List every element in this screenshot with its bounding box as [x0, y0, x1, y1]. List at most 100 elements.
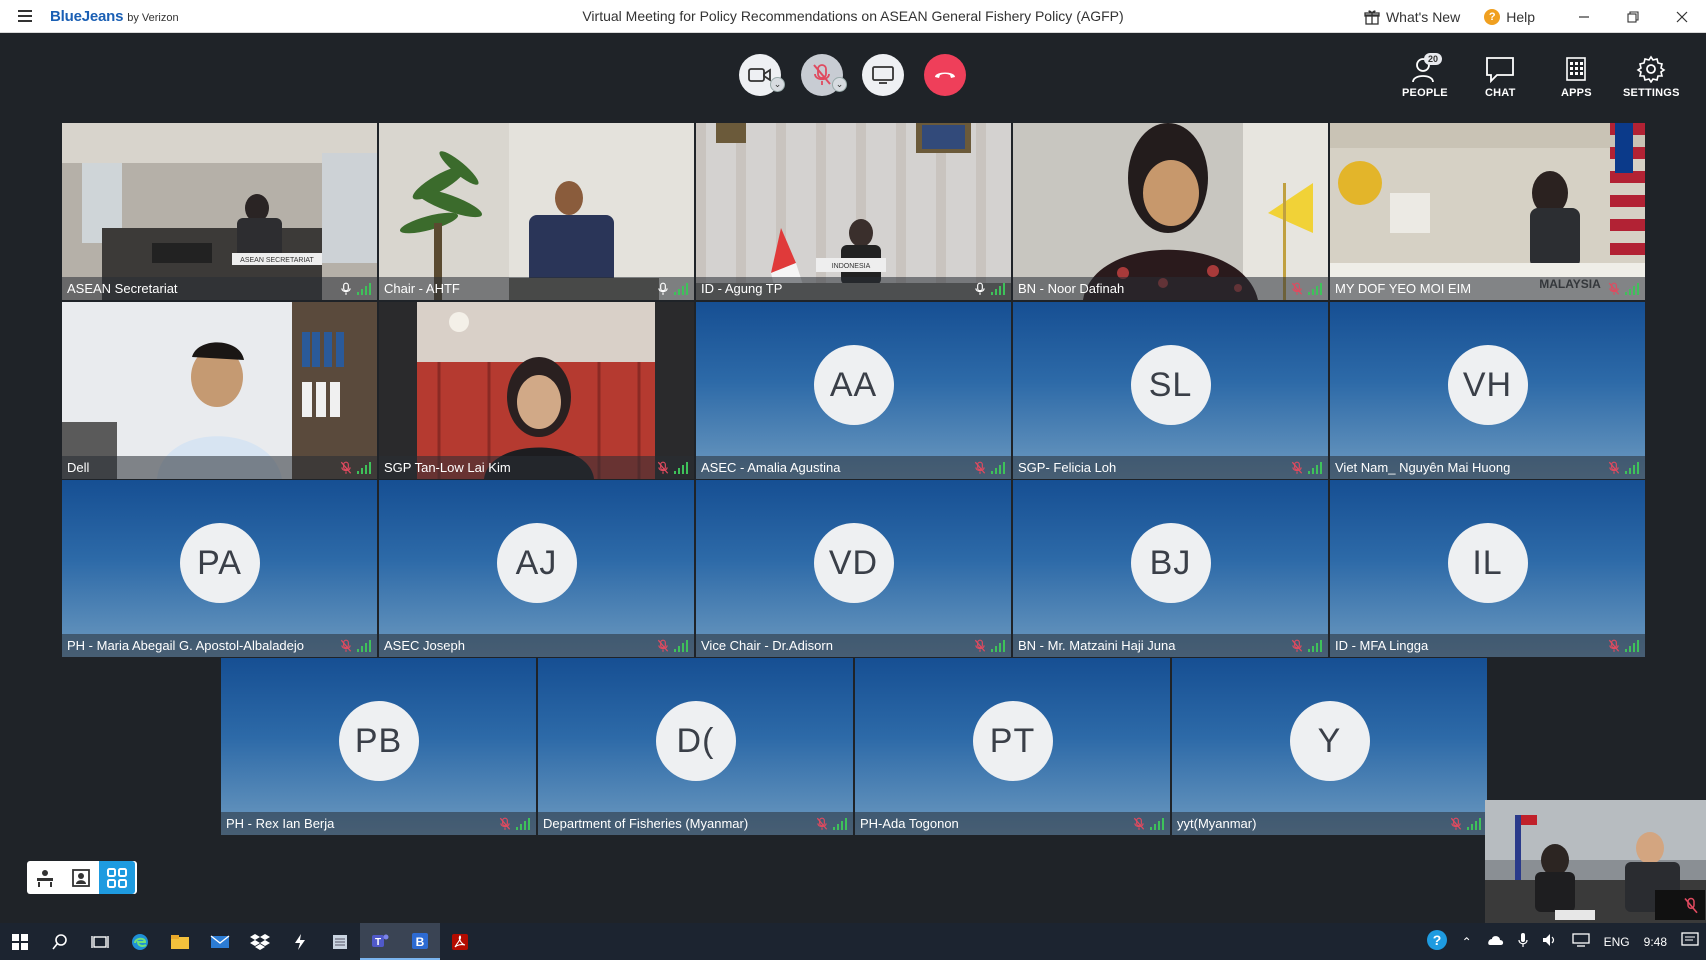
lightning-app-icon[interactable]	[280, 923, 320, 960]
signal-strength-icon	[1308, 282, 1322, 295]
participant-tile[interactable]: PT PH-Ada Togonon	[855, 658, 1170, 835]
participant-tile[interactable]: D(Department of Fisheries (Myanmar)	[538, 658, 853, 835]
muted-microphone-icon	[1684, 897, 1698, 914]
volume-icon[interactable]	[1542, 933, 1558, 950]
self-view-video[interactable]	[1485, 800, 1706, 923]
windows-start-icon[interactable]	[0, 923, 40, 960]
participant-tile[interactable]: BN - Noor Dafinah	[1013, 123, 1328, 300]
participant-tile[interactable]: AA ASEC - Amalia Agustina	[696, 302, 1011, 479]
participant-name: Vice Chair - Dr.Adisorn	[701, 638, 833, 653]
participant-name: Viet Nam_ Nguyên Mai Huong	[1335, 460, 1511, 475]
participant-tile[interactable]: MALAYSIAMY DOF YEO MOI EIM	[1330, 123, 1645, 300]
chevron-up-icon[interactable]: ⌃	[1462, 935, 1472, 949]
participant-tile[interactable]: BJ BN - Mr. Matzaini Haji Juna	[1013, 480, 1328, 657]
participant-tile[interactable]: IL ID - MFA Lingga	[1330, 480, 1645, 657]
muted-microphone-icon	[1608, 461, 1620, 474]
participant-video: INDONESIA	[696, 123, 1011, 300]
settings-label: SETTINGS	[1623, 87, 1680, 99]
search-icon[interactable]	[40, 923, 80, 960]
participant-name-bar: BN - Noor Dafinah	[1013, 277, 1328, 300]
file-explorer-icon[interactable]	[160, 923, 200, 960]
video-toggle-button[interactable]: ⌄	[739, 54, 785, 96]
help-circle-icon[interactable]: ?	[1426, 929, 1448, 954]
settings-button[interactable]: SETTINGS	[1623, 55, 1680, 99]
language-indicator[interactable]: ENG	[1604, 935, 1630, 949]
chevron-down-icon[interactable]: ⌄	[770, 77, 785, 92]
clock[interactable]: 9:48	[1644, 935, 1667, 949]
minimize-button[interactable]	[1559, 0, 1608, 33]
notepad-icon[interactable]	[320, 923, 360, 960]
participant-tile[interactable]: SGP Tan-Low Lai Kim	[379, 302, 694, 479]
signal-strength-icon	[357, 282, 371, 295]
edge-browser-icon[interactable]	[120, 923, 160, 960]
participant-name-bar: SGP Tan-Low Lai Kim	[379, 456, 694, 479]
leave-meeting-button[interactable]	[924, 54, 966, 96]
video-camera-icon	[748, 68, 771, 82]
whats-new-button[interactable]: What's New	[1364, 9, 1460, 25]
participant-name-bar: ASEC Joseph	[379, 634, 694, 657]
participant-tile[interactable]: SL SGP- Felicia Loh	[1013, 302, 1328, 479]
participant-tile[interactable]: PB PH - Rex Ian Berja	[221, 658, 536, 835]
svg-text:INDONESIA: INDONESIA	[832, 263, 871, 270]
people-count-badge: 20	[1424, 53, 1443, 65]
signal-strength-icon	[674, 461, 688, 474]
participant-tile[interactable]: Yyyt(Myanmar)	[1172, 658, 1487, 835]
muted-microphone-icon	[974, 461, 986, 474]
muted-microphone-icon	[1608, 282, 1620, 295]
participant-name: BN - Mr. Matzaini Haji Juna	[1018, 638, 1176, 653]
task-view-icon[interactable]	[80, 923, 120, 960]
participant-name-bar: Department of Fisheries (Myanmar)	[538, 812, 853, 835]
teams-icon[interactable]: T	[360, 923, 400, 960]
close-button[interactable]	[1657, 0, 1706, 33]
muted-microphone-icon	[340, 461, 352, 474]
cloud-icon[interactable]	[1486, 934, 1504, 949]
people-label: PEOPLE	[1402, 87, 1448, 99]
participant-tile[interactable]: VH Viet Nam_ Nguyên Mai Huong	[1330, 302, 1645, 479]
gallery-layout-button[interactable]	[99, 861, 135, 894]
brand-name: BlueJeans	[50, 7, 124, 25]
participant-name-bar: Viet Nam_ Nguyên Mai Huong	[1330, 456, 1645, 479]
participant-name-bar: PH-Ada Togonon	[855, 812, 1170, 835]
signal-strength-icon	[1625, 461, 1639, 474]
participant-name: ASEC Joseph	[384, 638, 465, 653]
people-button[interactable]: 20 PEOPLE	[1402, 53, 1448, 99]
signal-strength-icon	[1625, 639, 1639, 652]
participant-name-bar: BN - Mr. Matzaini Haji Juna	[1013, 634, 1328, 657]
layout-switcher	[27, 861, 137, 894]
share-screen-button[interactable]	[862, 54, 904, 96]
speaker-layout-button[interactable]	[27, 861, 63, 894]
mail-icon[interactable]	[200, 923, 240, 960]
signal-strength-icon	[1308, 639, 1322, 652]
acrobat-icon[interactable]	[440, 923, 480, 960]
gift-icon	[1364, 9, 1380, 25]
participant-name: SGP Tan-Low Lai Kim	[384, 460, 511, 475]
muted-microphone-icon	[813, 64, 831, 85]
participant-tile[interactable]: AJ ASEC Joseph	[379, 480, 694, 657]
participant-tile[interactable]: Chair - AHTF	[379, 123, 694, 300]
whats-new-label: What's New	[1385, 8, 1461, 25]
chat-button[interactable]: CHAT	[1485, 55, 1516, 99]
chevron-down-icon[interactable]: ⌄	[832, 77, 847, 92]
signal-strength-icon	[991, 639, 1005, 652]
participant-tile[interactable]: PA PH - Maria Abegail G. Apostol-Albalade…	[62, 480, 377, 657]
dropbox-icon[interactable]	[240, 923, 280, 960]
microphone-toggle-button[interactable]: ⌄	[801, 54, 847, 96]
people-layout-button[interactable]	[63, 861, 99, 894]
network-icon[interactable]	[1571, 933, 1590, 950]
participant-name-bar: ID - Agung TP	[696, 277, 1011, 300]
help-button[interactable]: ? Help	[1484, 8, 1535, 25]
participant-tile[interactable]: Dell	[62, 302, 377, 479]
avatar: IL	[1447, 523, 1528, 604]
signal-strength-icon	[1150, 817, 1164, 830]
restore-button[interactable]	[1608, 0, 1657, 33]
participant-tile[interactable]: ASEAN SECRETARIAT ASEAN Secretariat	[62, 123, 377, 300]
close-icon	[1676, 11, 1687, 22]
notifications-icon[interactable]	[1681, 932, 1699, 951]
hamburger-menu-icon[interactable]	[0, 0, 50, 33]
participant-tile[interactable]: INDONESIA ID - Agung TP	[696, 123, 1011, 300]
apps-button[interactable]: APPS	[1561, 55, 1592, 99]
bluejeans-taskbar-icon[interactable]: B	[400, 923, 440, 960]
microphone-icon[interactable]	[1518, 932, 1528, 951]
signal-strength-icon	[357, 461, 371, 474]
participant-tile[interactable]: VD Vice Chair - Dr.Adisorn	[696, 480, 1011, 657]
